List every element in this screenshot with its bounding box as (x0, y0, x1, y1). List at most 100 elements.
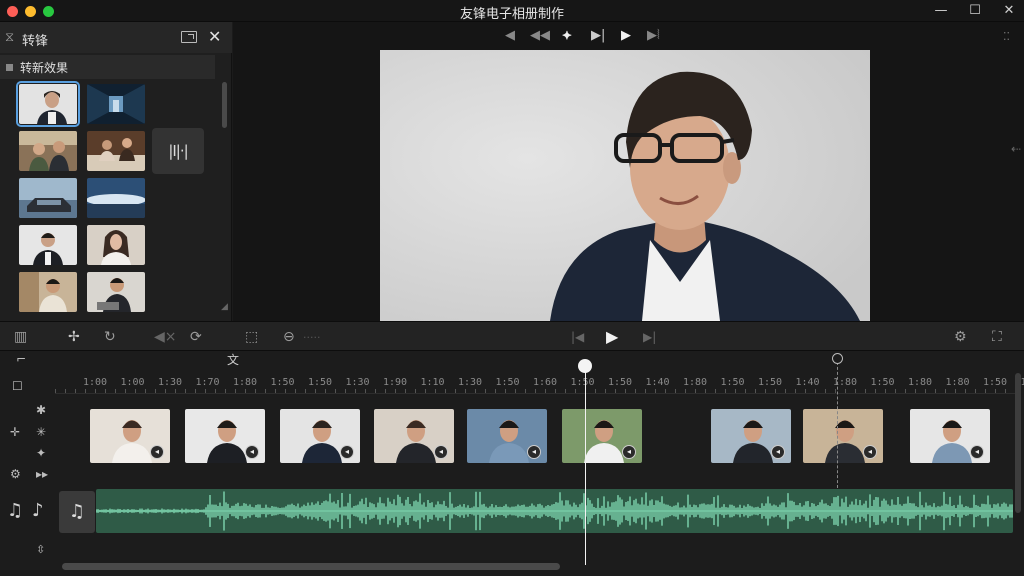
thumbnail-sky[interactable] (87, 178, 145, 218)
ruler-tick-mark (545, 389, 546, 393)
close-icon[interactable]: ✕ (208, 27, 221, 46)
horizontal-scrollbar[interactable] (62, 563, 560, 570)
collapse-arrow-icon[interactable]: ⇠ (1011, 142, 1021, 156)
close-button[interactable]: ✕ (992, 0, 1024, 22)
transition-badge-icon[interactable]: ◂ (622, 445, 636, 459)
expand-panel-icon[interactable] (181, 31, 197, 43)
rotate-icon[interactable]: ↻ (104, 329, 116, 345)
ruler-tick-mark (775, 389, 776, 393)
vertical-scrollbar[interactable] (1015, 373, 1021, 513)
video-clip[interactable]: ◂ (562, 409, 642, 463)
video-preview[interactable] (380, 50, 870, 321)
next-icon[interactable]: ▶| (643, 330, 656, 344)
ruler-tick-mark (175, 389, 176, 393)
transition-badge-icon[interactable]: ◂ (771, 445, 785, 459)
loop-icon[interactable]: ⟳ (190, 329, 202, 345)
transition-badge-icon[interactable]: ◂ (863, 445, 877, 459)
ruler-tick-mark (955, 389, 956, 393)
ruler-tick-mark (935, 389, 936, 393)
forward-icon[interactable]: ▸▸ (36, 467, 48, 481)
transition-badge-icon[interactable]: ◂ (245, 445, 259, 459)
ruler-tick-mark (575, 389, 576, 393)
link-icon[interactable]: ⊖ (283, 329, 295, 345)
ruler-tick-mark (145, 389, 146, 393)
fullscreen-icon[interactable]: ⛶ (992, 329, 1002, 345)
video-clip[interactable]: ◂ (711, 409, 791, 463)
section-header[interactable]: 转新效果 (0, 55, 215, 79)
play-icon[interactable]: ▶ (606, 327, 618, 346)
transition-badge-icon[interactable]: ◂ (527, 445, 541, 459)
sparkle-icon[interactable]: ✱ (36, 403, 46, 417)
expand-tracks-icon[interactable]: ⇳ (36, 543, 45, 556)
ruler-tick-mark (75, 389, 76, 393)
previous-frame-icon[interactable]: ◀ (505, 28, 515, 43)
move-track-icon[interactable]: ✛ (10, 425, 20, 439)
thumbnail-office-pair[interactable] (19, 131, 77, 171)
crop-icon[interactable]: ⬚ (245, 329, 258, 345)
ruler-tick-label: 1:90 (383, 377, 408, 388)
panel-scrollbar[interactable] (222, 82, 227, 128)
music-tile[interactable]: ♫ (59, 491, 95, 533)
ruler-tick-mark (235, 389, 236, 393)
track-toggle-icon[interactable]: ☐ (12, 379, 23, 393)
control-bar: ▥ ✢ ↻ ◀× ⟳ ⬚ ⊖ ····· |◀ ▶ ▶| ⚙ ⛶ (0, 321, 1024, 351)
video-clip[interactable]: ◂ (280, 409, 360, 463)
playhead[interactable] (585, 365, 586, 565)
maximize-button[interactable]: ☐ (958, 0, 992, 22)
music-note-icon[interactable]: ♪ (32, 500, 44, 521)
ruler-tick-mark (555, 389, 556, 393)
thumbnail-corridor[interactable] (87, 84, 145, 124)
video-clip[interactable]: ◂ (374, 409, 454, 463)
thumbnail-car-coast[interactable] (19, 178, 77, 218)
move-icon[interactable]: ✢ (68, 329, 80, 345)
rewind-icon[interactable]: ◀◀ (530, 28, 550, 43)
step-forward-icon[interactable]: ▶| (591, 28, 605, 43)
transition-badge-icon[interactable]: ◂ (970, 445, 984, 459)
mute-icon[interactable]: ◀× (154, 329, 177, 345)
track-settings-icon[interactable]: ⌐ (16, 352, 26, 366)
ruler-tick-mark (745, 389, 746, 393)
ruler-tick-mark (835, 389, 836, 393)
ruler-tick-mark (495, 389, 496, 393)
split-icon[interactable]: ⯌ (562, 28, 572, 43)
ruler-tick-mark (755, 389, 756, 393)
transition-badge-icon[interactable]: ◂ (150, 445, 164, 459)
video-clip[interactable]: ◂ (803, 409, 883, 463)
ruler-tick-mark (465, 389, 466, 393)
resize-grip-icon[interactable]: ◢ (221, 302, 228, 312)
music-note-icon[interactable]: ♫ (7, 500, 23, 521)
bars-icon[interactable]: ▥ (14, 329, 27, 345)
timeline-ruler[interactable]: 1:00 1:00 1:30 1:70 1:80 1:50 1:50 1:30 1:90 1:10… (55, 373, 1024, 394)
thumbnail-man-desk[interactable] (19, 272, 77, 312)
adjust-icon[interactable]: ✳ (36, 425, 46, 439)
ruler-tick-label: 1:50 (308, 377, 333, 388)
thumbnail-cafe[interactable] (87, 131, 145, 171)
thumbnail-portrait[interactable] (16, 81, 80, 127)
video-clip[interactable]: ◂ (467, 409, 547, 463)
marker-pin[interactable] (832, 353, 843, 364)
ruler-tick-mark (305, 389, 306, 393)
settings-icon[interactable]: ⚙ (954, 329, 967, 345)
text-track-icon[interactable]: 文 (227, 351, 239, 368)
transition-badge-icon[interactable]: ◂ (434, 445, 448, 459)
video-clip[interactable]: ◂ (910, 409, 990, 463)
thumbnail-woman[interactable] (87, 225, 145, 265)
ruler-tick-mark (875, 389, 876, 393)
transition-badge-icon[interactable]: ◂ (340, 445, 354, 459)
play-icon[interactable]: ▶ (621, 28, 631, 43)
grid-dots-icon[interactable]: ⁚⁚ (1003, 30, 1010, 43)
thumbnail-man-laptop[interactable] (87, 272, 145, 312)
audio-waveform[interactable] (96, 489, 1013, 533)
next-frame-icon[interactable]: ▶⦚ (647, 28, 660, 43)
minimize-button[interactable]: — (924, 0, 958, 22)
effect-icon[interactable]: ✦ (36, 446, 46, 460)
playhead-handle[interactable] (578, 359, 592, 373)
thumbnail-man-suit[interactable] (19, 225, 77, 265)
gear-icon[interactable]: ⚙ (10, 467, 21, 481)
audio-effect-button[interactable]: |I|·| (152, 128, 204, 174)
video-clip[interactable]: ◂ (185, 409, 265, 463)
video-clip[interactable]: ◂ (90, 409, 170, 463)
prev-icon[interactable]: |◀ (571, 330, 584, 344)
ruler-tick-mark (455, 389, 456, 393)
ruler-tick-mark (195, 389, 196, 393)
